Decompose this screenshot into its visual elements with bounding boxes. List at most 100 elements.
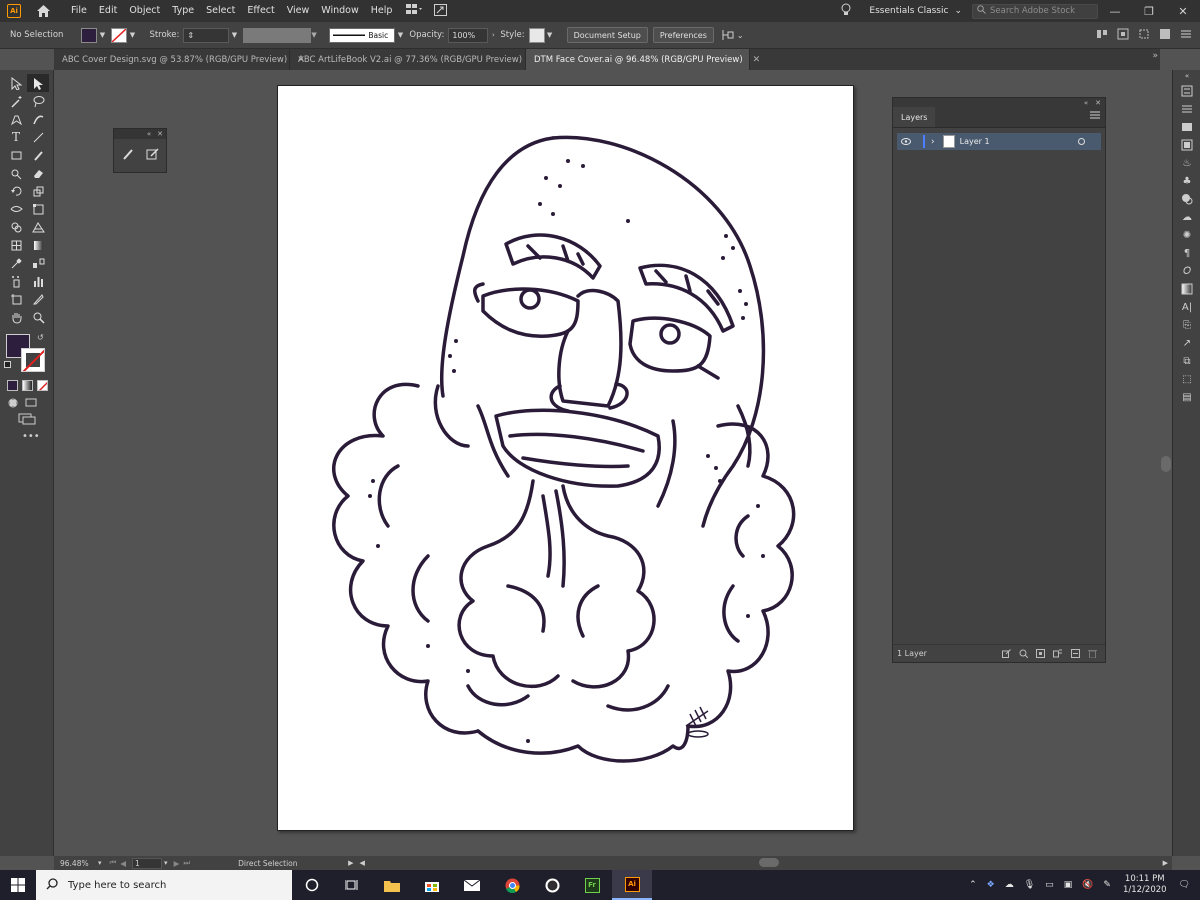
artboard[interactable] <box>277 85 854 831</box>
screen-mode-icon[interactable] <box>25 397 37 409</box>
next-artboard-icon[interactable]: ▶ <box>174 859 180 868</box>
layer-row[interactable]: › Layer 1 <box>897 133 1101 150</box>
close-icon[interactable]: ✕ <box>157 130 163 138</box>
export-icon[interactable] <box>1002 649 1011 660</box>
character-icon[interactable]: A| <box>1173 298 1200 316</box>
edit-toolbar-icon[interactable]: ••• <box>22 431 53 442</box>
isolate-icon[interactable] <box>1138 28 1150 43</box>
transform-icon[interactable] <box>1117 28 1129 43</box>
preferences-button[interactable]: Preferences <box>652 27 714 43</box>
mesh-tool-icon[interactable] <box>5 236 27 254</box>
profile-dropdown[interactable]: ▼ <box>311 28 321 43</box>
tab-layers[interactable]: Layers <box>893 107 936 127</box>
brushes-icon[interactable]: ♨ <box>1173 154 1200 172</box>
color-mode-icon[interactable] <box>7 380 18 391</box>
eye-icon[interactable] <box>897 138 915 145</box>
change-screen-mode-icon[interactable] <box>18 413 36 425</box>
stroke-color-box[interactable] <box>21 348 45 372</box>
direct-selection-tool-icon[interactable] <box>27 74 49 92</box>
symbols-icon[interactable]: ♣ <box>1173 172 1200 190</box>
task-view-icon[interactable] <box>332 870 372 900</box>
mail-icon[interactable] <box>452 870 492 900</box>
close-icon[interactable]: ✕ <box>1095 99 1101 107</box>
battery-icon[interactable]: ▭ <box>1045 880 1054 890</box>
clipping-mask-icon[interactable] <box>1036 649 1045 660</box>
target-circle-icon[interactable] <box>1078 138 1085 145</box>
menu-edit[interactable]: Edit <box>93 0 123 22</box>
gradient-mode-icon[interactable] <box>22 380 33 391</box>
cortana-icon[interactable] <box>292 870 332 900</box>
chevron-down-icon[interactable]: ▾ <box>164 859 168 867</box>
workspace-switcher[interactable]: Essentials Classic ⌄ <box>869 6 962 16</box>
scroll-left-icon[interactable]: ◀ <box>359 859 364 867</box>
notifications-icon[interactable]: 🗨 <box>1179 880 1190 890</box>
symbol-sprayer-icon[interactable] <box>5 272 27 290</box>
paragraph-icon[interactable]: ¶ <box>1173 244 1200 262</box>
quick-actions-icon[interactable] <box>1159 28 1171 43</box>
close-window-button[interactable]: ✕ <box>1166 0 1200 22</box>
blob-brush-icon[interactable] <box>122 147 136 164</box>
shaper-tool-icon[interactable] <box>5 164 27 182</box>
layer-name[interactable]: Layer 1 <box>960 137 990 146</box>
transform-panel-icon[interactable]: ⬚ <box>1173 370 1200 388</box>
rectangle-tool-icon[interactable] <box>5 146 27 164</box>
variable-width-profile[interactable] <box>243 27 312 43</box>
brush-definition[interactable]: Basic <box>329 27 396 43</box>
menu-effect[interactable]: Effect <box>241 0 280 22</box>
tab-abc-artlifebook[interactable]: ABC ArtLifeBook V2.ai @ 77.36% (RGB/GPU … <box>290 49 540 70</box>
first-artboard-icon[interactable]: ⏮ <box>110 858 117 868</box>
align-icon[interactable] <box>1096 28 1108 43</box>
layers-icon[interactable] <box>1173 100 1200 118</box>
align-panel-icon[interactable]: ▤ <box>1173 388 1200 406</box>
stock-search-input[interactable]: Search Adobe Stock <box>972 3 1098 19</box>
gradient-tool-icon[interactable] <box>27 236 49 254</box>
width-tool-icon[interactable] <box>5 200 27 218</box>
delete-icon[interactable] <box>1088 649 1097 660</box>
taskbar-search-input[interactable]: Type here to search <box>36 870 292 900</box>
zoom-field[interactable]: 96.48% <box>60 859 98 868</box>
menu-file[interactable]: File <box>65 0 93 22</box>
chevron-down-icon[interactable]: ▼ <box>545 28 555 43</box>
graphic-styles-icon[interactable]: ☁ <box>1173 208 1200 226</box>
rotate-tool-icon[interactable] <box>5 182 27 200</box>
zoom-tool-icon[interactable] <box>27 308 49 326</box>
illustrator-taskbar-icon[interactable]: Ai <box>612 870 652 900</box>
chevron-down-icon[interactable]: ▼ <box>97 28 107 43</box>
maximize-button[interactable]: ❐ <box>1132 0 1166 22</box>
dropbox-icon[interactable]: ❖ <box>987 880 995 890</box>
chevron-down-icon[interactable]: ⌄ <box>737 31 744 40</box>
tab-dtm-face-cover[interactable]: DTM Face Cover.ai @ 96.48% (RGB/GPU Prev… <box>526 49 760 70</box>
close-icon[interactable]: ✕ <box>753 55 761 65</box>
chrome-icon[interactable] <box>492 870 532 900</box>
perspective-grid-icon[interactable] <box>27 218 49 236</box>
artboard-tool-icon[interactable] <box>5 290 27 308</box>
current-tool-status[interactable]: Direct Selection <box>238 859 348 868</box>
taskbar-clock[interactable]: 10:11 PM 1/12/2020 <box>1123 874 1167 896</box>
arrange-documents-icon[interactable] <box>406 4 423 18</box>
windows-start-icon[interactable] <box>0 870 36 900</box>
obs-icon[interactable] <box>532 870 572 900</box>
microphone-icon[interactable]: 🎙 <box>1024 880 1035 890</box>
artboard-number-field[interactable]: 1 <box>132 857 163 869</box>
stroke-swatch[interactable] <box>111 27 128 43</box>
last-artboard-icon[interactable]: ⏭ <box>183 858 190 868</box>
color-icon[interactable] <box>1173 136 1200 154</box>
menu-object[interactable]: Object <box>123 0 166 22</box>
opacity-field[interactable]: 100% <box>448 27 489 43</box>
magic-wand-icon[interactable] <box>5 92 27 110</box>
tab-abc-cover-design[interactable]: ABC Cover Design.svg @ 53.87% (RGB/GPU P… <box>54 49 305 70</box>
stroke-icon[interactable]: ✺ <box>1173 226 1200 244</box>
menu-window[interactable]: Window <box>315 0 364 22</box>
default-colors-icon[interactable] <box>4 361 11 368</box>
gpu-performance-icon[interactable] <box>434 3 448 19</box>
new-sublayer-icon[interactable] <box>1053 649 1063 660</box>
graphic-style-swatch[interactable] <box>528 27 545 43</box>
onedrive-icon[interactable]: ☁ <box>1005 880 1014 890</box>
chevron-right-icon[interactable]: › <box>488 28 498 43</box>
menu-type[interactable]: Type <box>166 0 200 22</box>
vertical-scrollbar[interactable] <box>1160 70 1172 856</box>
pencil-edit-icon[interactable] <box>146 147 160 164</box>
paintbrush-icon[interactable] <box>27 146 49 164</box>
eyedropper-icon[interactable] <box>5 254 27 272</box>
menu-view[interactable]: View <box>281 0 316 22</box>
